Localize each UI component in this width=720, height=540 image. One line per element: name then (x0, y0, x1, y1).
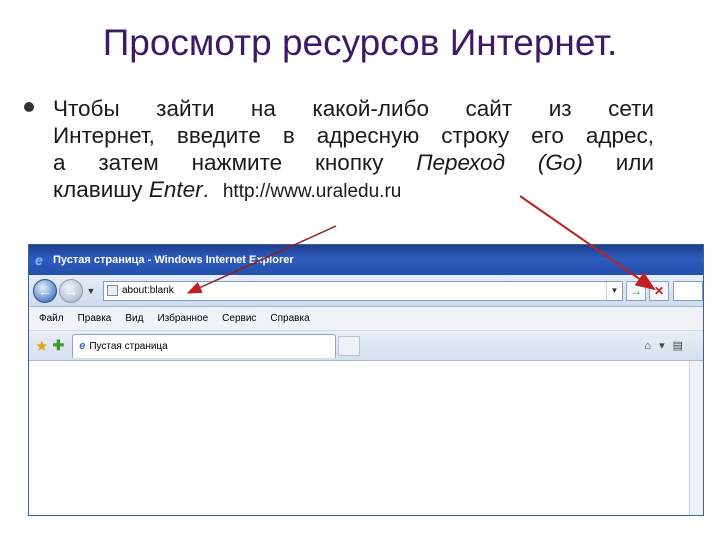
chevron-down-icon[interactable]: ▼ (85, 286, 97, 296)
home-icon[interactable]: ⌂ (644, 340, 651, 352)
body-line-4-end: . (202, 177, 209, 202)
page-icon (107, 285, 118, 296)
bullet-dot (24, 102, 34, 112)
menu-edit[interactable]: Правка (78, 313, 112, 324)
address-input[interactable]: about:blank ▼ (103, 280, 623, 301)
window-titlebar: e Пустая страница - Windows Internet Exp… (29, 245, 703, 275)
chevron-down-icon[interactable]: ▾ (659, 339, 665, 352)
ie-browser-window: e Пустая страница - Windows Internet Exp… (28, 244, 704, 516)
enter-key-label: Enter (148, 177, 203, 202)
vertical-scrollbar[interactable] (689, 361, 703, 515)
favorites-star-icon[interactable]: ★ (35, 337, 48, 355)
tab-label: Пустая страница (89, 340, 168, 352)
menu-bar: Файл Правка Вид Избранное Сервис Справка (29, 307, 703, 331)
body-line-4: клавишу Enter. http://www.uraledu.ru (53, 176, 654, 205)
ie-logo-icon: e (35, 252, 43, 268)
example-url: http://www.uraledu.ru (222, 181, 402, 202)
body-line-3-end: или (582, 150, 654, 175)
back-arrow-icon[interactable]: ← (33, 278, 57, 303)
go-icon[interactable]: → (626, 280, 646, 301)
tab-blank-page[interactable]: e Пустая страница (72, 333, 337, 358)
command-bar: ⌂ ▾ ▤ (636, 339, 703, 353)
body-line-4-start: клавишу (53, 177, 149, 202)
new-tab-button[interactable] (338, 335, 361, 356)
go-button-label: Переход (Go) (416, 150, 583, 175)
feeds-icon[interactable]: ▤ (673, 339, 683, 352)
add-favorites-icon[interactable]: ✚ (52, 337, 64, 354)
window-title: Пустая страница - Windows Internet Explo… (53, 254, 294, 266)
stop-icon[interactable]: ✕ (649, 280, 669, 301)
address-dropdown-button[interactable]: ▼ (606, 281, 622, 300)
forward-arrow-icon[interactable]: → (59, 278, 83, 303)
search-input[interactable] (673, 280, 703, 301)
body-line-2: Интернет, введите в адресную строку его … (53, 123, 654, 148)
body-line-3-start: а затем нажмите кнопку (53, 150, 417, 175)
address-toolbar: ← → ▼ about:blank ▼ → ✕ (29, 275, 703, 307)
menu-help[interactable]: Справка (270, 313, 309, 324)
tab-page-icon: e (79, 340, 86, 352)
menu-view[interactable]: Вид (125, 313, 143, 324)
menu-favorites[interactable]: Избранное (157, 313, 208, 324)
slide-title: Просмотр ресурсов Интернет. (102, 22, 618, 63)
page-content-area[interactable] (29, 361, 703, 515)
slide-body-text: Чтобы зайти на какой-либо сайт из сети И… (53, 95, 654, 205)
menu-file[interactable]: Файл (39, 313, 64, 324)
address-value: about:blank (122, 285, 174, 296)
tab-bar: ★ ✚ e Пустая страница ⌂ ▾ ▤ (29, 331, 703, 361)
menu-tools[interactable]: Сервис (222, 313, 256, 324)
body-line-1: Чтобы зайти на какой-либо сайт из сети (53, 96, 654, 121)
body-line-3: а затем нажмите кнопку Переход (Go) или (53, 149, 654, 176)
